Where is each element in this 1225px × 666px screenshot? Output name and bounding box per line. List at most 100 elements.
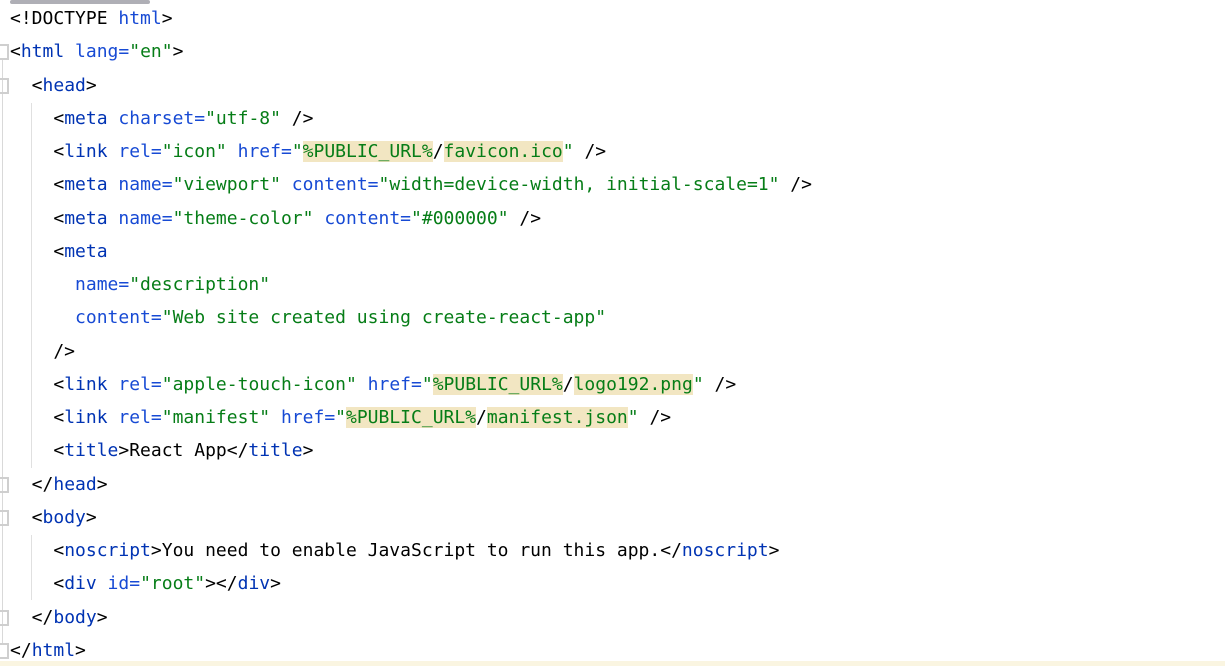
code-token: lang= (75, 41, 129, 62)
code-token: > (86, 507, 97, 528)
code-token (108, 174, 119, 195)
code-token (108, 141, 119, 162)
code-token: <!DOCTYPE (10, 8, 118, 29)
code-token: < (10, 75, 43, 96)
code-token (313, 208, 324, 229)
code-line[interactable]: <link rel="manifest" href="%PUBLIC_URL%/… (0, 401, 1225, 434)
code-token: favicon.ico (444, 141, 563, 162)
code-token: < (10, 573, 64, 594)
code-line[interactable]: </body> (0, 601, 1225, 634)
code-token: head (43, 75, 86, 96)
code-token: charset= (118, 108, 205, 129)
code-line[interactable]: <div id="root"></div> (0, 567, 1225, 600)
code-token: title (248, 440, 302, 461)
code-token: "viewport" (173, 174, 281, 195)
code-token: < (10, 208, 64, 229)
code-token: " (335, 407, 346, 428)
code-token: > (270, 573, 281, 594)
code-token: div (238, 573, 271, 594)
code-line[interactable]: <meta name="viewport" content="width=dev… (0, 168, 1225, 201)
code-token: "Web site created using create-react-app… (162, 307, 606, 328)
horizontal-scrollbar-thumb[interactable] (10, 0, 150, 4)
code-token: body (43, 507, 86, 528)
code-token: rel= (118, 374, 161, 395)
code-line[interactable]: <!DOCTYPE html> (0, 2, 1225, 35)
code-token: " (693, 374, 704, 395)
code-token: < (10, 141, 64, 162)
code-token: rel= (118, 141, 161, 162)
code-token: manifest.json (487, 407, 628, 428)
code-token: href= (368, 374, 422, 395)
code-token: /> (639, 407, 672, 428)
code-token: / (563, 374, 574, 395)
code-line[interactable]: </head> (0, 468, 1225, 501)
code-token: "width=device-width, initial-scale=1" (379, 174, 780, 195)
code-token: < (10, 41, 21, 62)
code-token (97, 573, 108, 594)
code-token: < (10, 407, 64, 428)
code-token: /> (779, 174, 812, 195)
code-token (227, 141, 238, 162)
code-editor[interactable]: <!DOCTYPE html><html lang="en"> <head> <… (0, 0, 1225, 666)
code-token: name= (118, 208, 172, 229)
code-line[interactable]: content="Web site created using create-r… (0, 301, 1225, 334)
code-token: > (162, 8, 173, 29)
code-token: meta (64, 208, 107, 229)
code-token: href= (281, 407, 335, 428)
code-line[interactable]: <meta charset="utf-8" /> (0, 102, 1225, 135)
code-token: title (64, 440, 118, 461)
code-token: /> (574, 141, 607, 162)
code-token: %PUBLIC_URL% (433, 374, 563, 395)
code-line[interactable]: <meta name="theme-color" content="#00000… (0, 202, 1225, 235)
code-token: >You need to enable JavaScript to run th… (151, 540, 682, 561)
code-line[interactable]: /> (0, 335, 1225, 368)
code-token: href= (238, 141, 292, 162)
code-token: body (53, 607, 96, 628)
code-line[interactable]: <html lang="en"> (0, 35, 1225, 68)
code-token: "#000000" (411, 208, 509, 229)
code-token: div (64, 573, 97, 594)
code-token: link (64, 141, 107, 162)
code-line[interactable]: <noscript>You need to enable JavaScript … (0, 534, 1225, 567)
code-token: noscript (64, 540, 151, 561)
code-token: < (10, 108, 64, 129)
code-token: < (10, 540, 64, 561)
code-token: "theme-color" (173, 208, 314, 229)
code-area[interactable]: <!DOCTYPE html><html lang="en"> <head> <… (0, 2, 1225, 666)
code-token: < (10, 374, 64, 395)
code-line[interactable]: name="description" (0, 268, 1225, 301)
code-token: "root" (140, 573, 205, 594)
code-token: name= (118, 174, 172, 195)
code-token: content= (324, 208, 411, 229)
code-token: > (75, 640, 86, 661)
code-line[interactable]: <link rel="icon" href="%PUBLIC_URL%/favi… (0, 135, 1225, 168)
code-token (281, 174, 292, 195)
code-token: < (10, 241, 64, 262)
code-line[interactable]: <meta (0, 235, 1225, 268)
code-token (108, 374, 119, 395)
code-line[interactable]: <link rel="apple-touch-icon" href="%PUBL… (0, 368, 1225, 401)
code-token: html (21, 41, 64, 62)
code-token: meta (64, 241, 107, 262)
code-token: /> (704, 374, 737, 395)
code-token (357, 374, 368, 395)
code-line[interactable]: <body> (0, 501, 1225, 534)
code-token (108, 208, 119, 229)
code-token: meta (64, 108, 107, 129)
code-line[interactable]: <head> (0, 69, 1225, 102)
code-token: /> (509, 208, 542, 229)
code-token: </ (10, 640, 32, 661)
code-token: </ (10, 474, 53, 495)
code-token: content= (75, 307, 162, 328)
code-token: >React App</ (118, 440, 248, 461)
code-token: "icon" (162, 141, 227, 162)
code-token: > (97, 474, 108, 495)
code-token (10, 274, 75, 295)
code-token: meta (64, 174, 107, 195)
code-token: / (433, 141, 444, 162)
code-token: name= (75, 274, 129, 295)
bottom-highlight-band (0, 661, 1225, 666)
code-token: " (422, 374, 433, 395)
code-token: "utf-8" (205, 108, 281, 129)
code-line[interactable]: <title>React App</title> (0, 434, 1225, 467)
